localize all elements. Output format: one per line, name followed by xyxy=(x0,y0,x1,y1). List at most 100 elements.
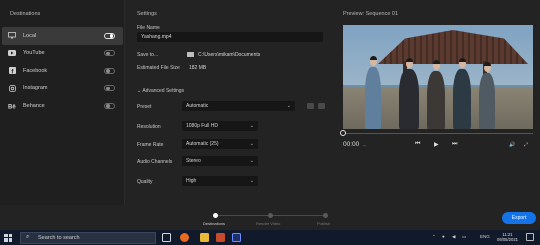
file-size-label: Estimated File Size xyxy=(137,65,180,71)
advanced-settings-label: Advanced Settings xyxy=(142,88,185,94)
playhead[interactable] xyxy=(340,130,346,136)
chevron-down-icon: ⌄ xyxy=(249,178,254,184)
preview-figure xyxy=(453,69,471,129)
destination-item-local[interactable]: Local xyxy=(2,27,123,45)
preview-hair xyxy=(458,58,466,62)
preset-label: Preset xyxy=(137,104,152,110)
step-forward-icon[interactable]: ⏭ xyxy=(452,141,457,148)
quality-label: Quality xyxy=(137,179,153,185)
youtube-icon xyxy=(8,49,16,57)
destination-toggle-facebook[interactable] xyxy=(104,67,115,74)
preset-value: Automatic xyxy=(186,103,209,109)
chevron-down-icon: ⌄ xyxy=(249,158,254,164)
step-dot-destinations[interactable] xyxy=(212,212,218,218)
network-icon[interactable]: ▭ xyxy=(462,234,466,240)
chevron-down-icon: ⌄ xyxy=(249,141,254,147)
preset-actions xyxy=(307,103,325,109)
play-icon[interactable]: ▶ xyxy=(434,141,439,148)
taskbar-clock[interactable]: 11:21 09/05/2021 xyxy=(497,232,518,243)
destination-item-instagram[interactable]: Instagram xyxy=(2,80,123,98)
settings-title: Settings xyxy=(137,11,157,17)
chevron-down-icon: ⌄ xyxy=(286,103,291,109)
audio-channels-label: Audio Channels xyxy=(137,159,173,165)
preview-scrubber[interactable] xyxy=(343,133,533,134)
destination-label: Behance xyxy=(23,102,45,109)
destinations-list: Local YouTube f Facebook Instagram Bē Be… xyxy=(2,27,123,115)
step-dot-publish[interactable] xyxy=(322,212,328,218)
quality-select[interactable]: High ⌄ xyxy=(182,176,258,186)
advanced-settings-toggle[interactable]: ⌄ Advanced Settings xyxy=(137,88,184,94)
toggle-knob xyxy=(106,86,110,90)
search-placeholder: Search to search xyxy=(38,235,80,241)
step-label-render: Render Video xyxy=(256,221,281,226)
destination-toggle-instagram[interactable] xyxy=(104,85,115,91)
export-window: Destinations Local YouTube f Facebook In… xyxy=(0,0,540,230)
fullscreen-icon[interactable]: ⤢ xyxy=(524,142,528,148)
destination-item-behance[interactable]: Bē Behance xyxy=(2,97,123,115)
notifications-icon[interactable] xyxy=(526,233,534,241)
destination-label: Local xyxy=(23,32,37,39)
file-name-input[interactable]: Yashang.mp4 xyxy=(137,32,323,42)
quality-value: High xyxy=(186,178,197,184)
audio-channels-select[interactable]: Stereo ⌄ xyxy=(182,156,258,166)
chevron-down-icon: ⌄ xyxy=(137,88,142,94)
file-name-label: File Name xyxy=(137,25,160,31)
audio-channels-value: Stereo xyxy=(186,158,201,164)
search-icon: ⌕ xyxy=(26,233,30,240)
save-to-link[interactable]: Save to... xyxy=(137,52,158,58)
facebook-icon: f xyxy=(8,67,16,75)
frame-rate-select[interactable]: Automatic (25) ⌄ xyxy=(182,139,258,149)
toggle-knob xyxy=(106,69,110,73)
destination-toggle-local[interactable] xyxy=(104,32,115,39)
export-button[interactable]: Export xyxy=(502,212,536,224)
file-explorer-icon[interactable] xyxy=(200,233,209,242)
resolution-select[interactable]: 1080p Full HD ⌄ xyxy=(182,121,258,131)
preset-select[interactable]: Automatic ⌄ xyxy=(182,101,295,111)
preview-figure xyxy=(365,67,381,129)
preview-hair xyxy=(432,60,440,64)
frame-rate-label: Frame Rate xyxy=(137,142,164,148)
taskbar-search[interactable]: ⌕ Search to search xyxy=(20,231,156,244)
import-preset-icon[interactable] xyxy=(307,103,314,109)
step-dot-render[interactable] xyxy=(267,212,273,218)
step-back-icon[interactable]: ⏮ xyxy=(415,141,420,148)
behance-icon: Bē xyxy=(8,102,16,110)
destination-toggle-youtube[interactable] xyxy=(104,50,115,56)
preview-hair xyxy=(406,58,413,62)
toggle-knob xyxy=(106,104,110,108)
preview-figure xyxy=(399,69,419,129)
chevron-up-icon[interactable]: ⌃ xyxy=(432,234,436,240)
monitor-icon xyxy=(8,32,16,40)
preview-frame xyxy=(343,25,533,129)
firefox-icon[interactable] xyxy=(180,233,189,242)
resolution-value: 1080p Full HD xyxy=(186,123,218,129)
toggle-knob xyxy=(109,34,113,38)
svg-text:Bē: Bē xyxy=(8,104,16,109)
destination-item-facebook[interactable]: f Facebook xyxy=(2,62,123,80)
file-size-value: 182 MB xyxy=(189,65,207,71)
destination-label: Facebook xyxy=(23,67,48,74)
microphone-icon[interactable]: ● xyxy=(442,234,445,239)
destination-label: Instagram xyxy=(23,85,48,92)
timecode: 00:00 xyxy=(343,141,360,148)
destinations-panel: Destinations Local YouTube f Facebook In… xyxy=(0,0,125,205)
frame-rate-value: Automatic (25) xyxy=(186,141,219,147)
chevron-down-icon: ⌄ xyxy=(249,123,254,129)
app-icon[interactable] xyxy=(216,233,225,242)
destination-item-youtube[interactable]: YouTube xyxy=(2,45,123,63)
task-view-icon[interactable] xyxy=(162,233,171,242)
timecode-format-icon[interactable]: ◦◦ xyxy=(363,143,366,148)
preview-figure xyxy=(427,71,445,129)
destination-toggle-behance[interactable] xyxy=(104,102,115,109)
destination-label: YouTube xyxy=(23,50,45,57)
preview-title: Preview: Sequence 01 xyxy=(343,11,399,17)
premiere-rush-icon[interactable] xyxy=(232,233,241,242)
save-to-path: C:\Users\mikam\Documents xyxy=(198,52,261,58)
volume-icon[interactable]: 🔊 xyxy=(509,142,515,148)
delete-preset-icon[interactable] xyxy=(318,103,325,109)
clock-date: 09/05/2021 xyxy=(497,237,518,242)
windows-start-icon[interactable] xyxy=(4,233,12,242)
language-indicator[interactable]: ENG xyxy=(480,234,490,239)
speaker-icon[interactable]: ◀ xyxy=(452,234,455,240)
folder-icon[interactable] xyxy=(187,52,194,57)
